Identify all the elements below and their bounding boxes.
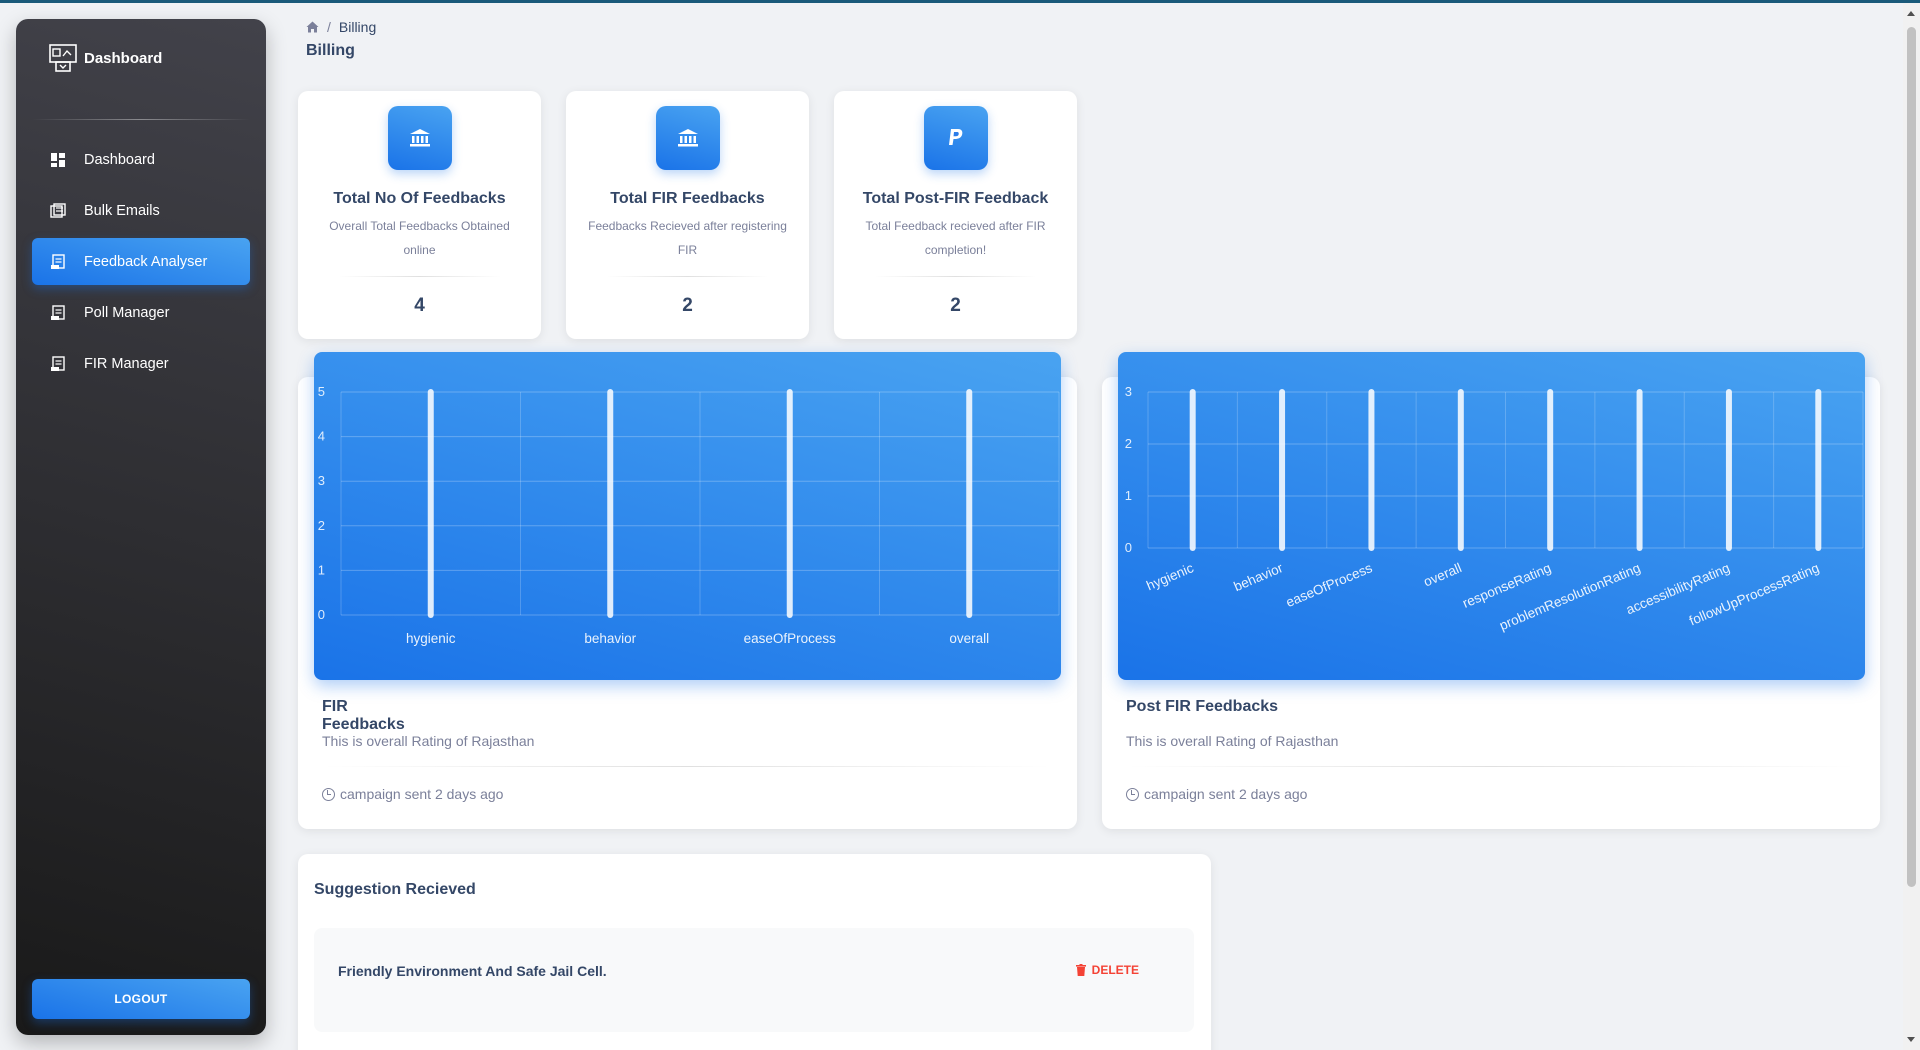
stat-icon-box	[923, 106, 988, 170]
stat-divider	[338, 276, 501, 277]
chart-card-divider	[322, 766, 1052, 767]
stat-card-fir-feedbacks: Total FIR Feedbacks Feedbacks Recieved a…	[566, 91, 809, 339]
y-tick-label: 1	[1125, 488, 1132, 503]
chart-card-footer-text: campaign sent 2 days ago	[1144, 786, 1308, 802]
chart-grid	[1147, 391, 1864, 549]
y-tick-label: 4	[318, 429, 325, 444]
stat-value: 2	[682, 295, 693, 316]
x-tick-label: easeOfProcess	[1284, 560, 1375, 610]
x-tick-label: problemResolutionRating	[1497, 560, 1642, 633]
stat-title: Total Post-FIR Feedback	[862, 190, 1049, 207]
sidebar-item-bulk-emails[interactable]: Bulk Emails	[32, 187, 250, 234]
breadcrumb-current: Billing	[338, 19, 377, 35]
post-fir-feedbacks-bar-chart: 0 1 2 3 hygienic behavioreaseOfProcess overall…	[1125, 384, 1864, 633]
y-tick-label: 0	[318, 607, 325, 622]
brand-title: Dashboard	[84, 49, 163, 67]
y-tick-label: 1	[318, 562, 325, 577]
x-tick-label: easeOfProcess	[744, 631, 837, 646]
sidebar-item-label: Dashboard	[84, 151, 155, 168]
y-tick-label: 3	[1125, 384, 1132, 399]
x-tick-label: overall	[1421, 560, 1463, 589]
receipt-icon	[51, 355, 65, 371]
x-tick-label: overall	[949, 631, 989, 646]
breadcrumb: / Billing	[306, 19, 376, 35]
chart-card-title: Post FIR Feedbacks	[1126, 698, 1279, 715]
page-scrollbar[interactable]	[1903, 3, 1920, 1050]
sidebar-item-label: FIR Manager	[84, 355, 169, 372]
sidebar-item-fir-manager[interactable]: FIR Manager	[32, 340, 250, 387]
suggestions-card: Suggestion Recieved Friendly Environment…	[298, 854, 1211, 1050]
stat-icon-box	[655, 106, 720, 170]
sidebar-nav: Dashboard Bulk Emails Feedback Analyser	[16, 120, 266, 407]
sidebar-item-label: Bulk Emails	[84, 202, 160, 219]
y-tick-label: 0	[1125, 540, 1132, 555]
stat-value: 2	[950, 295, 961, 316]
sidebar-item-dashboard[interactable]: Dashboard	[32, 136, 250, 183]
stat-value: 4	[414, 295, 425, 316]
chart-fir-feedbacks: 0 1 2 3 4 5 hygienic behavior easeOfProcess overa…	[314, 352, 1061, 680]
stat-card-total-feedbacks: Total No Of Feedbacks Overall Total Feed…	[298, 91, 541, 339]
fir-feedbacks-bar-chart: 0 1 2 3 4 5 hygienic behavior easeOfProcess overa…	[318, 384, 1060, 646]
x-tick-label: behavior	[1232, 560, 1286, 594]
receipt-icon	[51, 304, 65, 320]
chart-card-footer: campaign sent 2 days ago	[322, 786, 503, 802]
logout-button[interactable]: LOGOUT	[32, 979, 250, 1019]
sidebar: Dashboard Dashboard Bulk Emails Feedback…	[16, 19, 266, 1035]
sidebar-item-label: Feedback Analyser	[84, 253, 208, 270]
trash-icon	[1075, 964, 1086, 976]
stat-divider	[874, 276, 1037, 277]
chart-card-footer: campaign sent 2 days ago	[1126, 786, 1307, 802]
paypal-icon	[948, 129, 962, 145]
sidebar-item-feedback-analyser[interactable]: Feedback Analyser	[32, 238, 250, 285]
y-tick-label: 2	[318, 518, 325, 533]
suggestion-text: Friendly Environment And Safe Jail Cell.	[338, 963, 607, 979]
sidebar-brand[interactable]: Dashboard	[16, 19, 266, 97]
stat-title: Total FIR Feedbacks	[610, 190, 765, 207]
chart-card-subtitle: This is overall Rating of Rajasthan	[1126, 733, 1339, 749]
dashboard-logo-icon	[49, 44, 77, 72]
page-title: Billing	[306, 42, 355, 59]
suggestion-item: Friendly Environment And Safe Jail Cell.…	[314, 928, 1194, 1032]
y-tick-label: 5	[318, 384, 325, 399]
chart-grid	[340, 391, 1060, 616]
scroll-down-arrow-icon[interactable]	[1907, 1037, 1915, 1042]
receipt-icon	[51, 253, 65, 269]
breadcrumb-separator: /	[327, 19, 331, 35]
email-icon	[50, 202, 66, 218]
chart-post-fir-feedbacks: 0 1 2 3 hygienic behavior easeOfProcess overall…	[1118, 352, 1865, 680]
stat-card-post-fir-feedback: Total Post-FIR Feedback Total Feedback r…	[834, 91, 1077, 339]
sidebar-item-poll-manager[interactable]: Poll Manager	[32, 289, 250, 336]
chart-card-subtitle: This is overall Rating of Rajasthan	[322, 733, 535, 749]
bank-icon	[677, 129, 698, 147]
home-icon[interactable]	[306, 21, 319, 33]
stat-description: Feedbacks Recieved after registering FIR	[588, 219, 787, 257]
bank-icon	[409, 129, 430, 147]
chart-card-divider	[1126, 766, 1856, 767]
clock-icon	[1126, 787, 1139, 801]
stat-title: Total No Of Feedbacks	[333, 190, 506, 207]
delete-label: DELETE	[1091, 963, 1139, 977]
x-tick-label: hygienic	[1144, 560, 1196, 593]
clock-icon	[322, 787, 335, 801]
grid-icon	[51, 152, 65, 167]
stat-description: Total Feedback recieved after FIR comple…	[865, 219, 1046, 257]
chart-card-title: FIR Feedbacks	[322, 698, 405, 733]
suggestions-title: Suggestion Recieved	[314, 881, 476, 898]
stat-description: Overall Total Feedbacks Obtained online	[329, 219, 510, 257]
chart-card-footer-text: campaign sent 2 days ago	[340, 786, 504, 802]
stat-icon-box	[387, 106, 452, 170]
y-tick-label: 2	[1125, 436, 1132, 451]
top-accent-line	[0, 0, 1920, 3]
delete-button[interactable]: DELETE	[1075, 963, 1139, 977]
scrollbar-thumb[interactable]	[1907, 27, 1916, 887]
x-tick-label: behavior	[584, 631, 636, 646]
stat-divider	[606, 276, 769, 277]
y-tick-label: 3	[318, 473, 325, 488]
x-tick-label: hygienic	[406, 631, 456, 646]
scroll-up-arrow-icon[interactable]	[1907, 11, 1915, 16]
sidebar-item-label: Poll Manager	[84, 304, 170, 321]
